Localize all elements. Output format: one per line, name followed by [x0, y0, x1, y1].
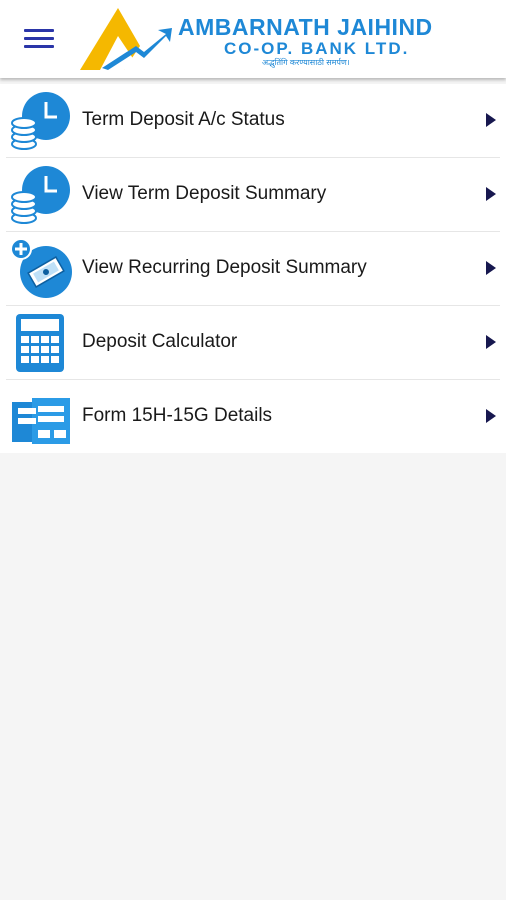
chevron-right-icon: [486, 187, 496, 201]
cash-plus-icon: [10, 238, 72, 298]
calculator-icon: [16, 314, 64, 372]
forms-icon: [12, 398, 70, 444]
menu-item-recurring-deposit-summary[interactable]: View Recurring Deposit Summary: [6, 232, 500, 306]
bank-logo: [80, 8, 172, 70]
menu-item-label: Form 15H-15G Details: [82, 405, 273, 426]
chevron-right-icon: [486, 113, 496, 127]
bank-tagline: अद्भुतिंगि करण्यासाठी समर्पण।: [262, 58, 350, 67]
menu-item-term-deposit-summary[interactable]: View Term Deposit Summary: [6, 158, 500, 232]
menu-item-form-15h-15g[interactable]: Form 15H-15G Details: [6, 380, 500, 453]
clock-coins-icon: [11, 166, 70, 224]
deposit-menu-list: Term Deposit A/c Status View Term Deposi…: [0, 84, 506, 453]
menu-item-term-deposit-status[interactable]: Term Deposit A/c Status: [6, 84, 500, 158]
bank-name: AMBARNATH JAIHIND CO-OP. BANK LTD. अद्भु…: [178, 14, 478, 68]
chevron-right-icon: [486, 261, 496, 275]
bank-name-line2: CO-OP. BANK LTD.: [224, 39, 410, 58]
chevron-right-icon: [486, 335, 496, 349]
menu-item-label: Deposit Calculator: [82, 331, 238, 352]
menu-item-deposit-calculator[interactable]: Deposit Calculator: [6, 306, 500, 380]
bank-name-line1: AMBARNATH JAIHIND: [178, 14, 433, 40]
clock-coins-icon: [11, 92, 70, 150]
menu-item-label: Term Deposit A/c Status: [82, 109, 285, 130]
hamburger-menu-icon[interactable]: [24, 29, 54, 49]
app-header: AMBARNATH JAIHIND CO-OP. BANK LTD. अद्भु…: [0, 0, 506, 78]
menu-item-label: View Recurring Deposit Summary: [82, 257, 367, 278]
chevron-right-icon: [486, 409, 496, 423]
menu-item-label: View Term Deposit Summary: [82, 183, 327, 204]
